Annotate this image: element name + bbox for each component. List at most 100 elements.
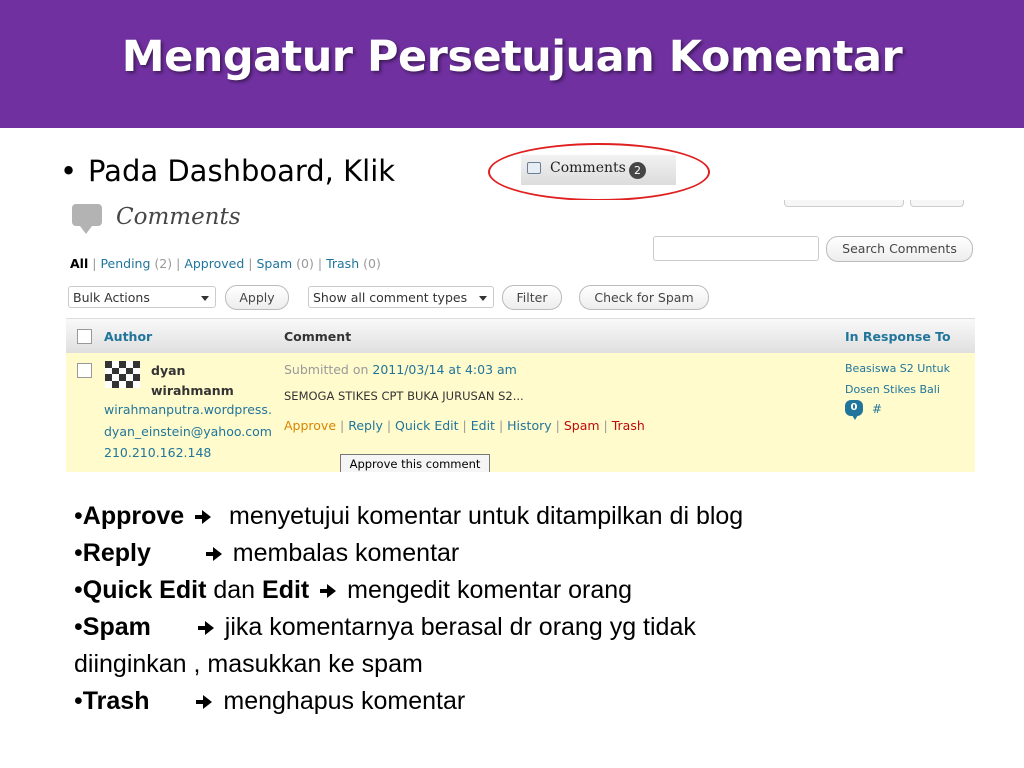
arrow-right-icon (320, 584, 337, 599)
slide-title: Mengatur Persetujuan Komentar (121, 32, 903, 82)
trash-link[interactable]: Trash (612, 418, 645, 433)
select-all-checkbox[interactable] (77, 329, 92, 344)
response-post-link-2[interactable]: Dosen Stikes Bali (845, 383, 940, 396)
comment-type-select[interactable]: Show all comment types (308, 286, 494, 308)
avatar (105, 361, 140, 388)
author-site-link[interactable]: wirahmanputra.wordpress. (104, 402, 272, 417)
comment-count-bubble-icon[interactable]: 0 (845, 400, 863, 420)
comments-header-icon (72, 204, 102, 234)
search-input[interactable] (653, 236, 819, 261)
separator: | (386, 418, 392, 433)
filter-spam[interactable]: Spam (256, 256, 292, 271)
separator: | (317, 256, 323, 271)
spam-count: (0) (296, 256, 314, 271)
table-row: dyan wirahmanm wirahmanputra.wordpress. … (66, 353, 975, 472)
arrow-right-icon (205, 547, 222, 562)
column-author[interactable]: Author (104, 329, 152, 344)
author-name-line1: dyan (151, 363, 186, 378)
author-name: dyan wirahmanm (151, 361, 234, 401)
desc-spam-1: jika komentarnya berasal dr orang yg tid… (224, 613, 696, 641)
intro-text: Pada Dashboard, Klik (88, 154, 396, 188)
note-approve: •Approve menyetujui komentar untuk ditam… (74, 498, 974, 535)
intro-bullet: • Pada Dashboard, Klik (60, 154, 395, 188)
separator: | (603, 418, 608, 433)
comment-text: SEMOGA STIKES CPT BUKA JURUSAN S2... (284, 389, 524, 403)
separator: | (498, 418, 504, 433)
comment-type-value: Show all comment types (313, 290, 468, 305)
author-email-link[interactable]: dyan_einstein@yahoo.com (104, 424, 272, 439)
bulk-actions-value: Bulk Actions (73, 290, 150, 305)
arrow-right-icon (196, 695, 213, 710)
column-comment: Comment (284, 329, 352, 344)
desc-spam-2: diinginkan , masukkan ke spam (74, 650, 423, 678)
separator: | (176, 256, 181, 271)
bullet: • (74, 613, 83, 641)
response-post-link-1[interactable]: Beasiswa S2 Untuk (845, 362, 950, 375)
approve-link[interactable]: Approve (284, 418, 336, 433)
and-word: dan (213, 576, 256, 604)
screen-options-tab[interactable] (784, 200, 904, 207)
quick-edit-link[interactable]: Quick Edit (395, 418, 459, 433)
explanation-list: •Approve menyetujui komentar untuk ditam… (74, 498, 974, 720)
chevron-down-icon (201, 296, 209, 301)
author-name-line2: wirahmanm (151, 383, 234, 398)
desc-edit: mengedit komentar orang (347, 576, 633, 604)
arrow-right-icon (195, 510, 212, 525)
table-header: Author Comment In Response To (66, 318, 975, 354)
note-reply: •Reply membalas komentar (74, 535, 974, 572)
note-edit: •Quick Edit dan Edit mengedit komentar o… (74, 572, 974, 609)
separator: | (92, 256, 97, 271)
author-ip-link[interactable]: 210.210.162.148 (104, 445, 211, 460)
pending-count: (2) (154, 256, 173, 271)
permalink-hash[interactable]: # (872, 402, 882, 416)
bullet: • (74, 539, 83, 567)
spam-link[interactable]: Spam (564, 418, 600, 433)
filter-pending[interactable]: Pending (100, 256, 150, 271)
approve-tooltip: Approve this comment (340, 454, 490, 472)
apply-button[interactable]: Apply (225, 285, 289, 310)
separator: | (340, 418, 345, 433)
filter-approved[interactable]: Approved (184, 256, 244, 271)
row-actions: Approve | Reply | Quick Edit | Edit | Hi… (284, 418, 645, 433)
check-spam-button[interactable]: Check for Spam (579, 285, 709, 310)
filter-all[interactable]: All (70, 256, 88, 271)
term-approve: Approve (82, 502, 185, 530)
desc-trash: menghapus komentar (223, 687, 466, 715)
comments-heading: Comments (116, 204, 241, 230)
term-edit: Edit (262, 576, 310, 604)
status-filter-links: All | Pending (2) | Approved | Spam (0) … (70, 256, 381, 271)
row-checkbox[interactable] (77, 363, 92, 378)
separator: | (248, 256, 253, 271)
filter-trash[interactable]: Trash (326, 256, 359, 271)
bulk-actions-select[interactable]: Bulk Actions (68, 286, 216, 308)
reply-link[interactable]: Reply (348, 418, 383, 433)
trash-count: (0) (363, 256, 381, 271)
bullet: • (74, 687, 83, 715)
submitted-info: Submitted on 2011/03/14 at 4:03 am (284, 362, 517, 377)
help-tab[interactable] (910, 200, 964, 207)
note-trash: •Trash menghapus komentar (74, 683, 974, 720)
desc-approve: menyetujui komentar untuk ditampilkan di… (229, 502, 744, 530)
filter-button[interactable]: Filter (502, 285, 562, 310)
bullet: • (74, 576, 83, 604)
arrow-right-icon (197, 621, 214, 636)
bullet: • (74, 502, 83, 530)
chevron-down-icon (479, 296, 487, 301)
bullet-dot: • (60, 154, 78, 188)
highlight-ellipse (488, 143, 710, 201)
wp-comments-screenshot: Comments All | Pending (2) | Approved | … (66, 200, 975, 472)
submitted-date-link[interactable]: 2011/03/14 at 4:03 am (372, 362, 516, 377)
term-spam: Spam (82, 613, 151, 641)
edit-link[interactable]: Edit (471, 418, 495, 433)
separator: | (555, 418, 560, 433)
submitted-prefix: Submitted on (284, 362, 369, 377)
term-reply: Reply (82, 539, 151, 567)
desc-reply: membalas komentar (232, 539, 460, 567)
term-trash: Trash (82, 687, 150, 715)
term-quick-edit: Quick Edit (82, 576, 207, 604)
note-spam: •Spam jika komentarnya berasal dr orang … (74, 609, 974, 646)
column-response[interactable]: In Response To (845, 329, 951, 344)
history-link[interactable]: History (507, 418, 551, 433)
search-comments-button[interactable]: Search Comments (826, 236, 973, 262)
note-spam-cont: diinginkan , masukkan ke spam (74, 646, 974, 683)
